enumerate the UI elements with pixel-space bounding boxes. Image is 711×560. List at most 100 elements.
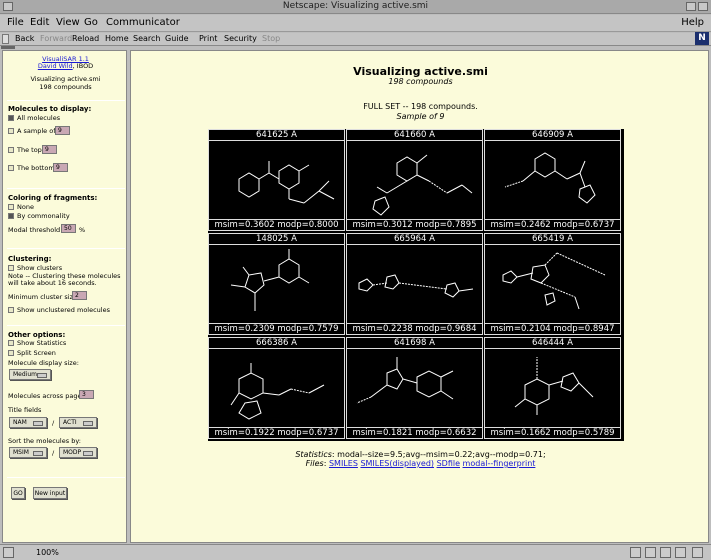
coloring-commonality-label: By commonality bbox=[17, 212, 70, 220]
menu-view[interactable]: View bbox=[56, 17, 80, 28]
coloring-commonality-radio[interactable] bbox=[8, 213, 14, 219]
mail-icon[interactable] bbox=[645, 547, 656, 558]
menu-help[interactable]: Help bbox=[681, 17, 704, 28]
coloring-none-radio[interactable] bbox=[8, 204, 14, 210]
author-link[interactable]: David Wild bbox=[38, 62, 73, 70]
connection-icon bbox=[3, 547, 14, 558]
molecule-structure bbox=[230, 249, 310, 311]
top-radio[interactable] bbox=[8, 147, 14, 153]
sort-field-slash: / bbox=[52, 449, 55, 457]
molecule-cell[interactable]: 666386 Amsim=0.1922 modp=0.6737 bbox=[208, 337, 345, 439]
bottom-count-input[interactable]: 9 bbox=[53, 163, 68, 172]
author-line: David Wild, IBOD bbox=[3, 62, 126, 70]
molecule-structure bbox=[514, 357, 594, 415]
split-screen-label: Split Screen bbox=[17, 349, 56, 357]
molecule-activity: A bbox=[429, 234, 435, 244]
show-clusters-checkbox[interactable] bbox=[8, 265, 14, 271]
go-button[interactable]: GO bbox=[11, 487, 25, 499]
molecule-stats: msim=0.1662 modp=0.5789 bbox=[490, 428, 615, 438]
min-cluster-label: Minimum cluster size bbox=[8, 293, 77, 301]
menu-edit[interactable]: Edit bbox=[30, 17, 49, 28]
molecule-cell[interactable]: 148025 Amsim=0.2309 modp=0.7579 bbox=[208, 233, 345, 335]
molecule-id: 665419 bbox=[532, 234, 565, 244]
sample-size-input[interactable]: 9 bbox=[55, 126, 70, 135]
display-size-select[interactable]: Medium bbox=[9, 369, 51, 380]
search-button[interactable]: Search bbox=[133, 34, 160, 43]
across-page-input[interactable]: 3 bbox=[79, 390, 94, 399]
molecule-id: 665964 bbox=[394, 234, 427, 244]
show-statistics-label: Show Statistics bbox=[17, 339, 67, 347]
security-button[interactable]: Security bbox=[224, 34, 257, 43]
statistics-line: Statistics: modal--size=9.5;avg--msim=0.… bbox=[131, 450, 708, 459]
guide-button[interactable]: Guide bbox=[165, 34, 189, 43]
new-input-button[interactable]: New input bbox=[33, 487, 67, 499]
molecule-activity: A bbox=[429, 338, 435, 348]
files-line: Files: SMILES SMILES(displayed) SDfile m… bbox=[305, 459, 536, 468]
file-link-smiles-displayed[interactable]: SMILES(displayed) bbox=[360, 459, 434, 468]
minimize-button[interactable] bbox=[686, 2, 696, 11]
split-screen-checkbox[interactable] bbox=[8, 350, 14, 356]
show-statistics-checkbox[interactable] bbox=[8, 340, 14, 346]
composer-icon[interactable] bbox=[675, 547, 686, 558]
title-field-slash: / bbox=[52, 419, 55, 427]
file-link-smiles[interactable]: SMILES bbox=[329, 459, 358, 468]
browser-window: Netscape: Visualizing active.smi File Ed… bbox=[0, 0, 711, 560]
molecule-activity: A bbox=[567, 234, 573, 244]
molecule-cell[interactable]: 641660 A msim=0.3012 modp=0.7895 bbox=[346, 129, 483, 231]
sort-field-1-select[interactable]: MSIM bbox=[9, 447, 47, 458]
menu-file[interactable]: File bbox=[7, 17, 24, 28]
molecule-activity: A bbox=[567, 130, 573, 140]
molecule-stats: msim=0.2104 modp=0.8947 bbox=[490, 324, 615, 334]
molecule-grid: 641625 Amsim=0.3602 modp=0.8000 641660 Am… bbox=[208, 129, 624, 441]
print-button[interactable]: Print bbox=[199, 34, 217, 43]
molecule-stats: msim=0.2462 modp=0.6737 bbox=[490, 220, 615, 230]
molecule-cell[interactable]: 646909 Amsim=0.2462 modp=0.6737 bbox=[484, 129, 621, 231]
molecule-cell[interactable]: 641698 Amsim=0.1821 modp=0.6632 bbox=[346, 337, 483, 439]
across-page-label: Molecules across page bbox=[8, 392, 82, 400]
molecule-cell[interactable]: 665964 Amsim=0.2238 modp=0.9684 bbox=[346, 233, 483, 335]
clustering-heading: Clustering: bbox=[8, 255, 52, 263]
sort-field-2-select[interactable]: MODP bbox=[59, 447, 97, 458]
stop-button[interactable]: Stop bbox=[262, 34, 280, 43]
show-unclustered-checkbox[interactable] bbox=[8, 307, 14, 313]
molecule-id: 641660 bbox=[394, 130, 427, 140]
molecule-cell[interactable]: 665419 Amsim=0.2104 modp=0.8947 bbox=[484, 233, 621, 335]
home-button[interactable]: Home bbox=[105, 34, 129, 43]
molecule-activity: A bbox=[291, 130, 297, 140]
discussion-icon[interactable] bbox=[660, 547, 671, 558]
molecule-cell[interactable]: 641625 Amsim=0.3602 modp=0.8000 bbox=[208, 129, 345, 231]
modal-threshold-input[interactable]: 50 bbox=[61, 224, 76, 233]
molecule-title: 641660 A bbox=[347, 130, 482, 140]
window-title: Netscape: Visualizing active.smi bbox=[282, 1, 429, 11]
navigator-icon[interactable] bbox=[630, 547, 641, 558]
title-field-1-select[interactable]: NAM bbox=[9, 417, 47, 428]
back-button[interactable]: Back bbox=[15, 34, 34, 43]
molecule-id: 641698 bbox=[394, 338, 427, 348]
menu-communicator[interactable]: Communicator bbox=[106, 17, 180, 28]
bottom-radio[interactable] bbox=[8, 165, 14, 171]
reload-button[interactable]: Reload bbox=[72, 34, 99, 43]
molecule-cell[interactable]: 646444 A msim=0.1662 modp=0.5789 bbox=[484, 337, 621, 439]
lock-icon bbox=[692, 547, 703, 558]
file-link-modal-fingerprint[interactable]: modal--fingerprint bbox=[463, 459, 536, 468]
toolbar-grip-icon[interactable] bbox=[2, 34, 9, 44]
molecule-stats: msim=0.3012 modp=0.7895 bbox=[352, 220, 477, 230]
sample-radio[interactable] bbox=[8, 128, 14, 134]
sample-label: A sample of bbox=[17, 127, 56, 135]
top-count-input[interactable]: 9 bbox=[42, 145, 57, 154]
file-link-sdfile[interactable]: SDfile bbox=[437, 459, 460, 468]
statistics-text: : modal--size=9.5;avg--msim=0.22;avg--mo… bbox=[331, 450, 546, 459]
molecule-title: 646444 A bbox=[485, 338, 620, 348]
forward-button[interactable]: Forward bbox=[40, 34, 72, 43]
sample-label: Sample of 9 bbox=[396, 112, 445, 121]
title-field-2-select[interactable]: ACTI bbox=[59, 417, 97, 428]
min-cluster-input[interactable]: 2 bbox=[72, 291, 87, 300]
molecule-title: 666386 A bbox=[209, 338, 344, 348]
clustering-note-line2: will take about 16 seconds. bbox=[8, 279, 97, 287]
window-titlebar[interactable]: Netscape: Visualizing active.smi bbox=[0, 0, 711, 14]
maximize-button[interactable] bbox=[698, 2, 708, 11]
molecule-stats: msim=0.1821 modp=0.6632 bbox=[352, 428, 477, 438]
all-molecules-radio[interactable] bbox=[8, 115, 14, 121]
collapse-tab-icon[interactable] bbox=[1, 46, 15, 49]
menu-go[interactable]: Go bbox=[84, 17, 98, 28]
